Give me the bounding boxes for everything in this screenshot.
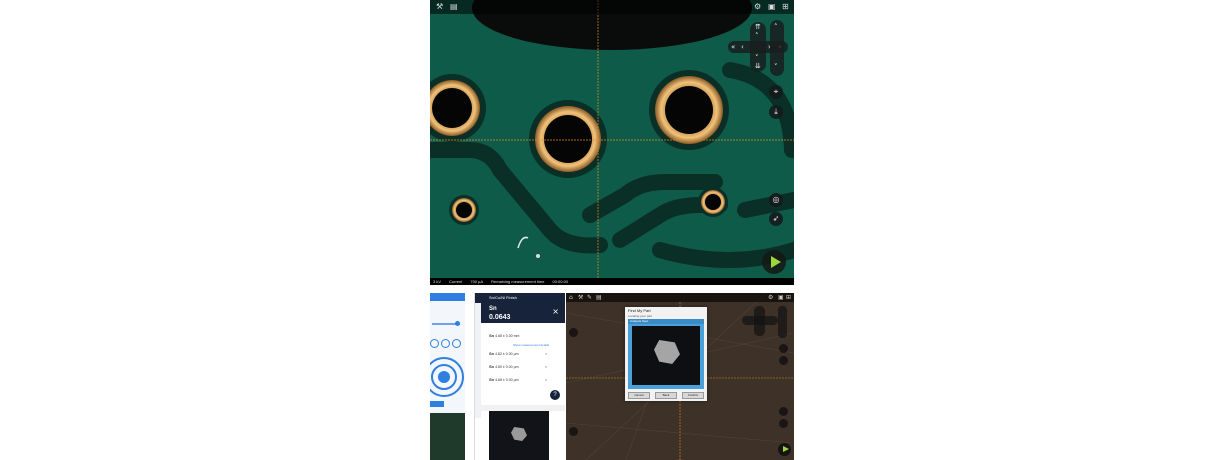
camera-frame: Analysis Spot [628,319,704,389]
wand-icon[interactable]: ⚒ [436,3,444,11]
clipboard-icon[interactable]: ▤ [450,3,458,11]
option-dot[interactable] [430,339,439,348]
current-label: Current [449,279,463,284]
find-part-app: ⌂ ⚒ ✎ ▤ ⚙ ▣ ⊞ Find My Part Locating your… [566,293,794,460]
locate-icon[interactable] [779,407,788,416]
zoom-slider[interactable] [778,306,787,338]
start-measurement-button[interactable] [778,443,791,456]
zoom-down-icon[interactable]: ˅ [774,64,778,71]
app-titlebar: Sn/Cu/Ni Finish [475,293,565,303]
crosshair-icon[interactable] [779,344,788,353]
camera-image[interactable] [632,326,700,385]
pad-center [529,100,607,178]
app-title: Sn/Cu/Ni Finish [489,295,517,300]
setting-slider[interactable] [432,321,460,326]
home-position-icon[interactable] [569,427,578,436]
results-app: Sn/Cu/Ni Finish Sn 0.0643 × Sn 4.68 ± 0.… [474,293,565,460]
option-dot[interactable] [452,339,461,348]
double-up-icon[interactable]: ⇈ [755,24,761,31]
part-preview-image [489,411,549,460]
clipboard-icon[interactable]: ▤ [596,294,602,301]
layout-icon[interactable]: ⊞ [782,3,790,11]
download-icon[interactable] [779,356,788,365]
element-name: Sn [489,306,497,312]
preview-image [430,413,465,460]
home-icon[interactable]: ⌂ [569,294,573,301]
down-icon[interactable]: ˅ [755,55,759,62]
result-card: Sn 0.0643 × [481,303,565,323]
dialog-title: Find My Part [628,308,651,313]
close-icon[interactable]: × [545,364,547,369]
result-row: Sn 4.68 ± 0.00 mm [489,333,520,338]
option-dot[interactable] [441,339,450,348]
remaining-time-value: 00:00:00 [552,279,569,284]
remaining-time-label: Remaining measurement time [491,279,545,284]
status-bar: 3 kV Current 700 µA Remaining measuremen… [430,278,794,285]
double-left-icon[interactable]: « [731,44,735,51]
up-icon[interactable]: ˄ [755,33,759,40]
settings-panel [430,293,465,460]
part-shape [511,427,527,441]
left-icon[interactable]: ‹ [741,44,744,51]
camera-icon[interactable]: ▣ [768,3,776,11]
stage-dpad[interactable] [742,306,778,336]
voltage-value: 3 kV [433,279,442,284]
layout-icon[interactable]: ⊞ [786,294,791,301]
wand-icon[interactable]: ⚒ [578,294,583,301]
locate-icon[interactable]: ◎ [769,193,783,207]
compass-icon[interactable] [779,419,788,428]
top-toolbar: ⚒ ▤ ⚙ ▣ ⊞ [430,0,794,14]
result-row: Sn 4.68 ± 0.00 µm [489,377,519,382]
ruler-icon[interactable]: ✎ [587,294,592,301]
zoom-slider[interactable]: ˄ ˅ [770,20,784,76]
microscope-live-view[interactable]: ⚒ ▤ ⚙ ▣ ⊞ ⇈ ˄ « ‹ › » ˅ ⇊ ˄ ˅ ⌖ ⤓ ◎ ➶ [430,0,794,285]
via-left [449,195,479,225]
dialog-subtitle: Locating your part [628,314,653,318]
zoom-up-icon[interactable]: ˄ [774,24,778,31]
result-row: Sn 4.80 ± 0.00 µm [489,364,519,369]
camera-icon[interactable]: ▣ [778,294,784,301]
gear-icon[interactable]: ⚙ [754,3,762,11]
crosshair-icon[interactable]: ⌖ [769,85,783,99]
confirm-button[interactable]: Confirm [682,392,704,399]
app-toolbar: ⌂ ⚒ ✎ ▤ ⚙ ▣ ⊞ [566,293,794,302]
pad-right [649,70,729,150]
details-link[interactable]: Show measurement details [513,343,549,347]
close-icon[interactable]: × [545,377,547,382]
compass-icon[interactable]: ➶ [769,212,783,226]
gear-icon[interactable]: ⚙ [768,294,773,301]
dialog-buttons: Cancel Back Confirm [628,392,704,399]
part-shape [654,340,680,364]
current-value: 700 µA [470,279,484,284]
start-measurement-button[interactable] [762,250,786,274]
via-right [698,187,728,217]
expand-icon[interactable] [569,328,578,337]
close-icon[interactable]: × [552,307,559,316]
close-icon[interactable]: × [545,351,547,356]
frame-title: Analysis Spot [628,319,704,324]
double-down-icon[interactable]: ⇊ [755,63,761,70]
cancel-button[interactable]: Cancel [628,392,650,399]
help-button[interactable]: ? [550,390,560,400]
find-part-dialog: Find My Part Locating your part Analysis… [625,307,707,401]
panel-header [430,293,465,301]
thickness-value: 0.0643 [489,314,511,321]
download-icon[interactable]: ⤓ [769,105,783,119]
result-row: Sn 4.82 ± 0.00 µm [489,351,519,356]
target-ring-icon [430,357,464,397]
apply-button[interactable] [430,401,444,407]
back-button[interactable]: Back [655,392,677,399]
